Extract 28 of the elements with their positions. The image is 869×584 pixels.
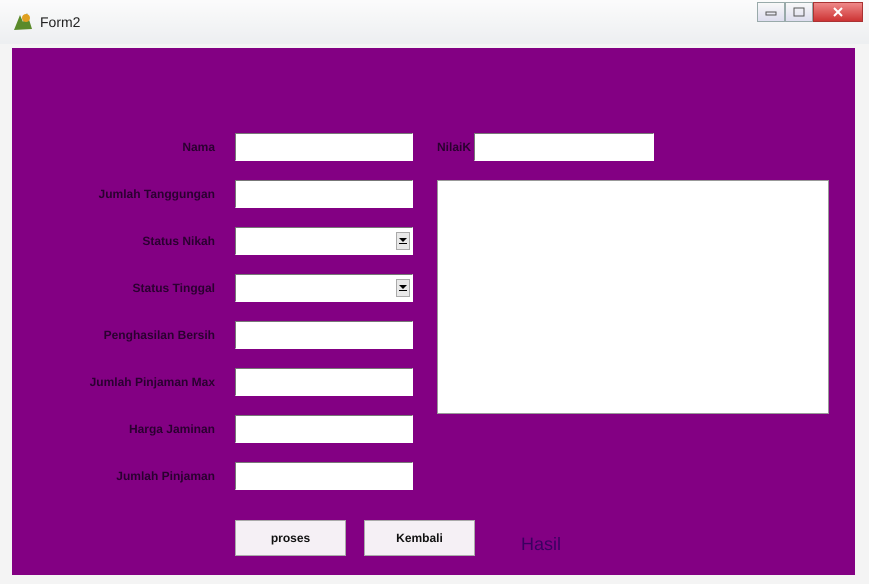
input-field[interactable] [235,133,413,161]
field-label: Penghasilan Bersih [102,328,215,342]
app-icon [12,12,34,32]
field-label: Status Tinggal [132,281,215,295]
minimize-button[interactable] [757,2,785,22]
field-label: Status Nikah [141,234,215,248]
dropdown[interactable] [235,274,413,302]
input-field[interactable] [235,321,413,349]
result-label: Hasil [521,534,562,555]
form-button[interactable]: proses [235,520,346,556]
maximize-icon [793,7,805,17]
input-field[interactable] [235,415,413,443]
field-label: Nama [181,140,215,154]
input-field[interactable] [235,180,413,208]
input-field[interactable] [235,368,413,396]
close-button[interactable] [813,2,863,22]
field-label: Harga Jaminan [128,422,215,436]
field-label: NilaiK [437,140,472,154]
close-icon [832,7,844,17]
window-title: Form2 [40,14,80,30]
form-button[interactable]: Kembali [364,520,475,556]
dropdown[interactable] [235,227,413,255]
field-label: Jumlah Pinjaman [115,469,215,483]
maximize-button[interactable] [785,2,813,22]
field-label: Jumlah Pinjaman Max [88,375,215,389]
field-label: Jumlah Tanggungan [98,187,215,201]
input-field[interactable] [235,462,413,490]
input-field[interactable] [474,133,654,161]
